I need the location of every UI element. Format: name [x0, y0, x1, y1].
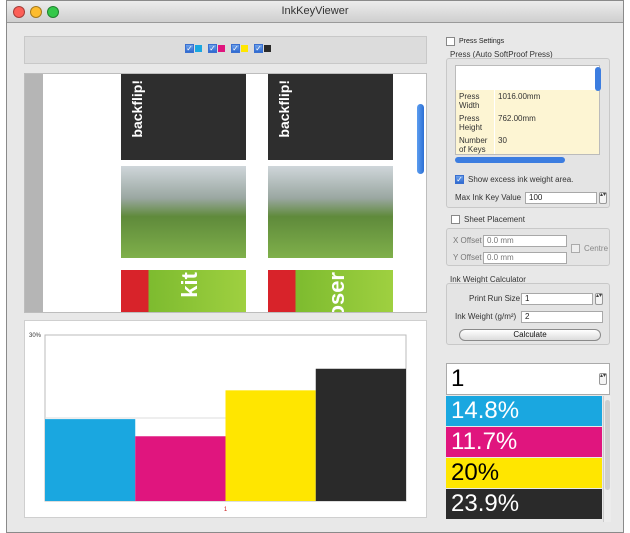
- run-size-input[interactable]: 1: [521, 293, 593, 305]
- result-key-select[interactable]: 1 ▴▾: [446, 363, 610, 395]
- channel-toggle-magenta[interactable]: ✓: [208, 44, 225, 53]
- preview-scroll-thumb[interactable]: [417, 104, 424, 174]
- y-offset-label: Y Offset: [453, 253, 482, 262]
- press-table-value: 762.00mm: [494, 112, 599, 134]
- page-headline-left: backflip!: [129, 80, 145, 138]
- result-key-stepper[interactable]: ▴▾: [599, 373, 607, 385]
- press-table-row: Press Width 1016.00mm: [456, 90, 599, 112]
- press-table-row: Press Height 762.00mm: [456, 112, 599, 134]
- title-bar[interactable]: InkKeyViewer: [7, 1, 623, 23]
- page-dark-left: backflip!: [121, 74, 246, 160]
- press-table-key: Number of Keys: [456, 134, 494, 154]
- show-excess-label: Show excess ink weight area.: [468, 175, 574, 184]
- ink-key-chart: 30% 1: [24, 320, 427, 518]
- sheet-placement-label: Sheet Placement: [464, 215, 525, 224]
- x-offset-label: X Offset: [453, 236, 482, 245]
- ink-weight-panel: Print Run Size 1 ▴▾ Ink Weight (g/m²) 2 …: [446, 283, 610, 345]
- show-excess-toggle[interactable]: ✓ Show excess ink weight area.: [455, 175, 573, 184]
- swatch-yellow: [241, 45, 248, 52]
- max-ink-label: Max Ink Key Value: [455, 193, 522, 202]
- channel-toggle-black[interactable]: ✓: [254, 44, 271, 53]
- press-table-key: Press Width: [456, 90, 494, 112]
- ink-percentage-list: 14.8% 11.7% 20% 23.9%: [446, 396, 602, 522]
- run-size-label: Print Run Size: [469, 294, 521, 303]
- press-table-value: 1016.00mm: [494, 90, 599, 112]
- sheet-placement-panel: X Offset 0.0 mm Y Offset 0.0 mm Centre: [446, 228, 610, 266]
- sheet-placement-checkbox[interactable]: [451, 215, 460, 224]
- max-ink-stepper[interactable]: ▴▾: [599, 192, 607, 204]
- chart-canvas: 30% 1: [29, 333, 407, 513]
- ink-percentage-item: 14.8%: [446, 396, 602, 426]
- press-table-value: 30: [494, 134, 599, 154]
- channel-toolbar: ✓ ✓ ✓ ✓: [24, 36, 427, 64]
- max-ink-input[interactable]: 100: [525, 192, 597, 204]
- magazine-cover-text-right: loser: [324, 272, 349, 313]
- window-title: InkKeyViewer: [281, 5, 349, 17]
- press-table-key: Press Height: [456, 112, 494, 134]
- press-settings-toggle[interactable]: Press Settings: [446, 37, 504, 46]
- run-size-stepper[interactable]: ▴▾: [595, 293, 603, 305]
- ink-weight-label: Ink Weight (g/m²): [455, 312, 517, 321]
- page-golf-photo-left: [121, 166, 246, 258]
- page-magazine-left: kit: [121, 270, 246, 312]
- channel-toggle-yellow[interactable]: ✓: [231, 44, 248, 53]
- press-table-row: Number of Keys 30: [456, 134, 599, 154]
- calculate-button[interactable]: Calculate: [459, 329, 601, 341]
- checkbox-black[interactable]: ✓: [254, 44, 263, 53]
- centre-label: Centre: [584, 244, 609, 253]
- press-settings-checkbox[interactable]: [446, 37, 455, 46]
- sheet-placement-toggle[interactable]: Sheet Placement: [451, 215, 525, 224]
- y-offset-input[interactable]: 0.0 mm: [483, 252, 567, 264]
- ink-weight-input[interactable]: 2: [521, 311, 603, 323]
- centre-checkbox[interactable]: [571, 244, 580, 253]
- press-settings-label: Press Settings: [459, 38, 505, 45]
- press-table-vscroll-thumb[interactable]: [595, 67, 601, 91]
- chart-bar: [315, 368, 406, 501]
- channel-toggle-cyan[interactable]: ✓: [185, 44, 202, 53]
- ink-percentage-item: 23.9%: [446, 489, 602, 519]
- sheet-preview[interactable]: backflip! backflip! kit loser: [24, 73, 427, 313]
- show-excess-checkbox[interactable]: ✓: [455, 175, 464, 184]
- ink-percentage-item: 20%: [446, 458, 602, 488]
- checkbox-magenta[interactable]: ✓: [208, 44, 217, 53]
- press-table-hscroll-thumb[interactable]: [455, 157, 565, 163]
- press-table[interactable]: Press Width 1016.00mm Press Height 762.00mm…: [455, 65, 600, 155]
- swatch-black: [264, 45, 271, 52]
- swatch-cyan: [195, 45, 202, 52]
- result-key-value: 1: [451, 365, 465, 392]
- chart-y-tick-label: 30%: [29, 333, 42, 339]
- press-panel: Press Width 1016.00mm Press Height 762.00mm…: [446, 58, 610, 208]
- ink-percentage-item: 11.7%: [446, 427, 602, 457]
- x-offset-input[interactable]: 0.0 mm: [483, 235, 567, 247]
- page-magazine-right: loser: [268, 270, 393, 313]
- centre-toggle[interactable]: Centre: [571, 244, 608, 253]
- results-scrollbar[interactable]: [603, 396, 611, 522]
- page-golf-photo-right: [268, 166, 393, 258]
- results-scroll-thumb[interactable]: [605, 400, 610, 490]
- press-table-rows: Press Width 1016.00mm Press Height 762.00mm…: [456, 90, 599, 154]
- page-dark-right: backflip!: [268, 74, 393, 160]
- chart-x-tick-label: 1: [224, 507, 228, 513]
- checkbox-yellow[interactable]: ✓: [231, 44, 240, 53]
- checkbox-cyan[interactable]: ✓: [185, 44, 194, 53]
- chart-bar: [135, 436, 226, 501]
- chart-bar: [45, 419, 136, 501]
- chart-bar: [225, 390, 316, 501]
- magazine-cover-text-left: kit: [177, 272, 202, 298]
- swatch-magenta: [218, 45, 225, 52]
- imposed-sheet: backflip! backflip! kit loser: [121, 74, 411, 313]
- preview-gutter: [25, 74, 43, 312]
- page-headline-right: backflip!: [276, 80, 292, 138]
